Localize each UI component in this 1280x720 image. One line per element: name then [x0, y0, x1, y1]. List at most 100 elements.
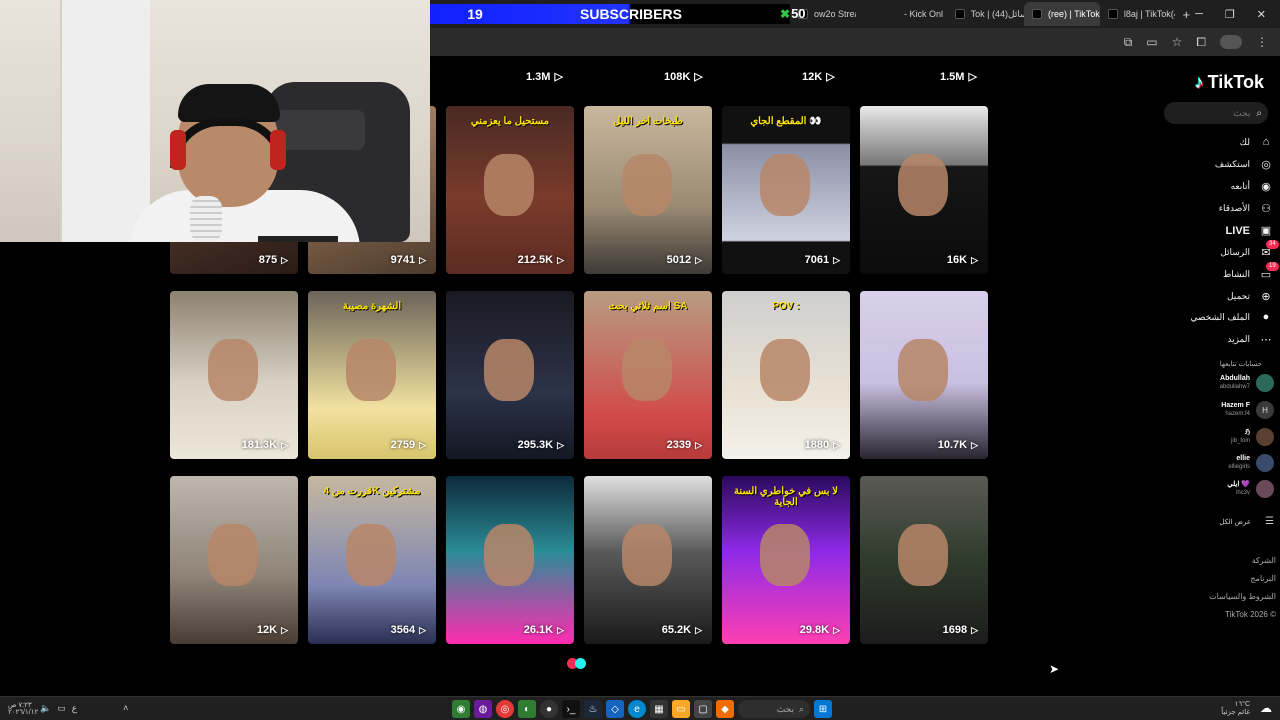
play-icon: ▷	[281, 624, 288, 635]
extensions-icon[interactable]: ⧠	[1196, 35, 1206, 50]
view-count-text: 1.5M	[940, 70, 965, 83]
windows-taskbar: ٧:٢٣ ص ٢٠٢٦/١/١٢ 🔈 ▭ ع ˄ ◉ ◍ ◎ ◐ ● ›_ ♨ …	[0, 696, 1280, 720]
vscode-icon[interactable]: ◇	[606, 700, 624, 718]
avatar	[1256, 428, 1274, 446]
view-count-text: 212.5K	[517, 254, 554, 266]
following-account[interactable]: Hazem F hazem.f4 H	[1221, 401, 1274, 419]
nav-item-activity[interactable]: النشاط ▭ 19	[1223, 262, 1279, 281]
webcam-door	[60, 0, 150, 242]
close-window-icon[interactable]: ✕	[1257, 8, 1266, 21]
friends-icon: ⚇	[1261, 203, 1271, 215]
following-account[interactable]: Abdullah abdullahw7	[1220, 374, 1274, 392]
video-tile[interactable]: مستحيل ما يعزمني 212.5K ▷	[446, 106, 574, 274]
obs-icon[interactable]: ●	[540, 700, 558, 718]
tray-chevron-icon[interactable]: ˄	[123, 703, 128, 714]
bookmark-star-icon[interactable]: ☆	[1172, 35, 1183, 49]
view-count-text: 10.7K	[937, 439, 968, 451]
language-icon[interactable]: ع	[72, 703, 77, 714]
footer-link[interactable]: TikTok 2026 ©	[1225, 610, 1276, 619]
thumbnail-person	[208, 524, 258, 586]
show-all-link[interactable]: عرض الكل ☰	[1219, 516, 1274, 527]
browser-tab[interactable]: Tok | (الرسائل(44✕	[947, 2, 1024, 26]
cast-icon[interactable]: ▭	[1146, 35, 1157, 49]
footer-link[interactable]: الشركة	[1252, 556, 1276, 565]
following-name: ellie	[1236, 455, 1250, 462]
following-account-text: ellie elliegirls	[1228, 454, 1250, 472]
play-icon: ▷	[695, 624, 702, 635]
taskbar-search[interactable]: بحث ⌕	[738, 700, 810, 718]
video-tile[interactable]: الشهرة مصيبة 2759 ▷	[308, 291, 436, 459]
tab-label: ow2o Stream - Y	[814, 9, 856, 19]
nav-item-more[interactable]: المزيد ⋯	[1227, 333, 1274, 346]
taskbar-app-icon[interactable]: ◐	[518, 700, 536, 718]
steam-icon[interactable]: ♨	[584, 700, 602, 718]
video-tile[interactable]: لا بس في خواطري السنة الجاية 29.8K ▷	[722, 476, 850, 644]
following-account[interactable]: ℌjib_toin	[1231, 428, 1274, 446]
taskbar-app-icon[interactable]: ◉	[452, 700, 470, 718]
nav-item-friends[interactable]: الأصدقاء ⚇	[1219, 202, 1274, 215]
nav-item-following[interactable]: أتابعه ◉	[1231, 180, 1274, 193]
play-icon: ▷	[557, 624, 564, 635]
play-icon: ▷	[557, 439, 564, 450]
weather-widget[interactable]: ١٦°C غائم جزئياً	[1221, 701, 1250, 717]
following-handle: hazem.f4	[1225, 411, 1250, 417]
video-tile[interactable]: 26.1K ▷	[446, 476, 574, 644]
video-tile[interactable]: POV : 1880 ▷	[722, 291, 850, 459]
search-input[interactable]	[1180, 108, 1251, 118]
nav-item-compass[interactable]: استكشف ◎	[1215, 158, 1274, 171]
nav-item-profile[interactable]: الملف الشخصي ●	[1190, 311, 1274, 323]
footer-link[interactable]: البرنامج	[1250, 574, 1276, 583]
following-account[interactable]: ellie elliegirls	[1228, 454, 1274, 472]
maximize-icon[interactable]: ❐	[1225, 8, 1235, 21]
search-box[interactable]: ⌕	[1164, 102, 1268, 124]
new-tab-button[interactable]: +	[1175, 2, 1196, 26]
file-explorer-icon[interactable]: ▭	[672, 700, 690, 718]
nav-item-home[interactable]: لك ⌂	[1240, 136, 1274, 148]
search-icon[interactable]: ⌕	[1256, 108, 1262, 119]
video-tile[interactable]: طبخات اخر الليل 5012 ▷	[584, 106, 712, 274]
video-tile[interactable]: 10.7K ▷	[860, 291, 988, 459]
taskbar-app-icon[interactable]: ◆	[716, 700, 734, 718]
thumbnail-person	[622, 339, 672, 401]
browser-tab-active[interactable]: (ree) | TikTok(30✕	[1023, 2, 1100, 26]
nav-item-upload[interactable]: تحميل ⊕	[1227, 290, 1274, 303]
windows-start-icon[interactable]: ⊞	[814, 700, 832, 718]
browser-tab[interactable]: l8aj | TikTok(44)✕	[1100, 2, 1175, 26]
browser-tab[interactable]: - Kick Onl✕	[896, 2, 947, 26]
network-icon[interactable]: ▭	[57, 703, 66, 714]
nav-item-live[interactable]: LIVE ▣	[1226, 224, 1274, 238]
volume-icon[interactable]: 🔈	[40, 703, 51, 714]
chrome-icon[interactable]: ◎	[496, 700, 514, 718]
video-tile[interactable]: قررت من 4K مشتركين 3564 ▷	[308, 476, 436, 644]
following-account[interactable]: ايلي 💜 ihc3v	[1227, 480, 1274, 498]
avatar	[1256, 374, 1274, 392]
minimize-icon[interactable]: ─	[1195, 8, 1203, 21]
menu-dots-icon[interactable]: ⋮	[1256, 35, 1268, 49]
video-tile[interactable]: 12K ▷	[170, 476, 298, 644]
video-tile[interactable]: 295.3K ▷	[446, 291, 574, 459]
video-tile[interactable]: اسم ثلاثي بحث SA 2339 ▷	[584, 291, 712, 459]
taskbar-app-icon[interactable]: ▢	[694, 700, 712, 718]
translate-icon[interactable]: ⧉	[1124, 35, 1133, 50]
edge-icon[interactable]: e	[628, 700, 646, 718]
taskbar-app-icon[interactable]: ◍	[474, 700, 492, 718]
weather-desc: غائم جزئياً	[1221, 709, 1250, 716]
footer-link[interactable]: الشروط والسياسات	[1209, 592, 1276, 601]
thumbnail-person	[760, 524, 810, 586]
terminal-icon[interactable]: ›_	[562, 700, 580, 718]
nav-item-messages[interactable]: الرسائل ✉ 34	[1220, 240, 1279, 259]
tiktok-logo[interactable]: ♪ TikTok	[1195, 72, 1264, 93]
store-icon[interactable]: ▦	[650, 700, 668, 718]
view-count-text: 5012	[666, 254, 692, 266]
video-tile[interactable]: 65.2K ▷	[584, 476, 712, 644]
video-tile[interactable]: 181.3K ▷	[170, 291, 298, 459]
thumbnail-person	[484, 154, 534, 216]
video-tile[interactable]: 16K ▷	[860, 106, 988, 274]
taskbar-clock[interactable]: ٧:٢٣ ص ٢٠٢٦/١/١٢	[8, 702, 38, 716]
tab-label: l8aj | TikTok(44)	[1123, 9, 1175, 19]
video-tile[interactable]: المقطع الجاي 👀 7061 ▷	[722, 106, 850, 274]
video-view-count: 7061 ▷	[805, 254, 840, 266]
video-tile[interactable]: 1698 ▷	[860, 476, 988, 644]
subscriber-goal: 50	[780, 6, 805, 21]
profile-avatar[interactable]	[1220, 35, 1242, 49]
